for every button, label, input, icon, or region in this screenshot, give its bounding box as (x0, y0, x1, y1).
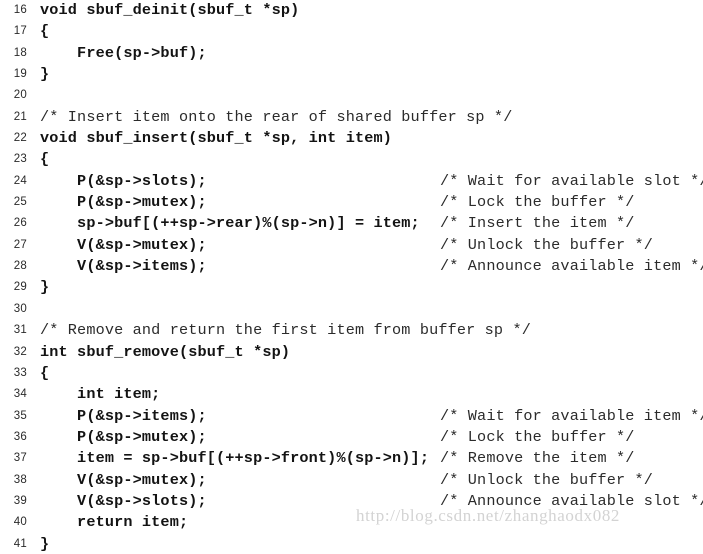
code-text: { (40, 22, 50, 41)
line-number: 20 (13, 89, 27, 102)
code-line: 32 int sbuf_remove(sbuf_t *sp) (0, 342, 703, 363)
line-number: 39 (13, 494, 27, 507)
code-line: 17 { (0, 21, 703, 42)
inline-comment: /* Wait for available slot */ (440, 171, 703, 190)
code-comment-line: /* Remove and return the first item from… (40, 321, 531, 340)
code-line: 25 P(&sp->mutex); /* Lock the buffer */ (0, 192, 703, 213)
line-number: 16 (13, 4, 27, 16)
line-number: 41 (13, 537, 27, 550)
code-line: 28 V(&sp->items); /* Announce available i… (0, 256, 703, 277)
line-number: 33 (13, 366, 27, 379)
code-text: int sbuf_remove(sbuf_t *sp) (40, 342, 291, 361)
line-number: 25 (13, 196, 27, 209)
code-text: P(&sp->mutex); (40, 427, 207, 446)
inline-comment: /* Announce available item */ (440, 257, 703, 276)
code-line: 18 Free(sp->buf); (0, 43, 703, 64)
code-text: } (40, 534, 50, 553)
line-number: 21 (13, 110, 27, 123)
line-number: 36 (13, 430, 27, 443)
code-line: 36 P(&sp->mutex); /* Lock the buffer */ (0, 427, 703, 448)
inline-comment: /* Lock the buffer */ (440, 427, 635, 446)
line-number: 30 (13, 302, 27, 315)
code-text: { (40, 150, 50, 169)
inline-comment: /* Unlock the buffer */ (440, 470, 654, 489)
code-listing-page: 16 void sbuf_deinit(sbuf_t *sp) 17 {18 Free… (0, 0, 703, 554)
code-line: 33 { (0, 363, 703, 384)
code-text: V(&sp->mutex); (40, 470, 207, 489)
code-line: 23 { (0, 149, 703, 170)
code-line: 35 P(&sp->items); /* Wait for available i… (0, 406, 703, 427)
code-line: 38 V(&sp->mutex); /* Unlock the buffer */ (0, 470, 703, 491)
code-line: 22 void sbuf_insert(sbuf_t *sp, int item) (0, 128, 703, 149)
code-text: P(&sp->mutex); (40, 193, 207, 212)
line-number: 38 (13, 473, 27, 486)
code-text: } (40, 278, 50, 297)
code-line: 20 (0, 85, 703, 106)
code-text: P(&sp->slots); (40, 171, 207, 190)
inline-comment: /* Remove the item */ (440, 449, 635, 468)
code-text: } (40, 65, 50, 84)
line-number: 35 (13, 409, 27, 422)
line-number: 26 (13, 217, 27, 230)
inline-comment: /* Wait for available item */ (440, 406, 703, 425)
inline-comment: /* Unlock the buffer */ (440, 235, 654, 254)
line-number: 18 (13, 46, 27, 59)
code-line: 34 int item; (0, 384, 703, 405)
line-number: 40 (13, 516, 27, 529)
line-number: 19 (13, 68, 27, 81)
line-number: 32 (13, 345, 27, 358)
line-number: 22 (13, 132, 27, 145)
code-line: 21 /* Insert item onto the rear of shared… (0, 107, 703, 128)
code-text: void sbuf_insert(sbuf_t *sp, int item) (40, 129, 393, 148)
code-line: 30 (0, 299, 703, 320)
line-number: 24 (13, 174, 27, 187)
code-line: 16 void sbuf_deinit(sbuf_t *sp) (0, 0, 703, 21)
code-line: 41} (0, 534, 703, 554)
inline-comment: /* Insert the item */ (440, 214, 635, 233)
line-number: 28 (13, 260, 27, 273)
code-line: 37 item = sp->buf[(++sp->front)%(sp->n)]… (0, 448, 703, 469)
line-number: 23 (13, 153, 27, 166)
line-number: 31 (13, 324, 27, 337)
code-text: P(&sp->items); (40, 406, 207, 425)
code-text: V(&sp->items); (40, 257, 207, 276)
code-text: int item; (40, 385, 161, 404)
line-number: 29 (13, 281, 27, 294)
code-text: return item; (40, 513, 189, 532)
code-line: 19} (0, 64, 703, 85)
line-number: 27 (13, 238, 27, 251)
code-text: V(&sp->mutex); (40, 235, 207, 254)
line-number: 34 (13, 388, 27, 401)
code-text: void sbuf_deinit(sbuf_t *sp) (40, 1, 300, 19)
code-line: 27 V(&sp->mutex); /* Unlock the buffer */ (0, 235, 703, 256)
code-text: Free(sp->buf); (40, 43, 207, 62)
code-text: { (40, 363, 50, 382)
line-number: 17 (13, 25, 27, 38)
code-line: 24 P(&sp->slots); /* Wait for available s… (0, 171, 703, 192)
inline-comment: /* Lock the buffer */ (440, 193, 635, 212)
code-line: 31 /* Remove and return the first item fr… (0, 320, 703, 341)
code-text: V(&sp->slots); (40, 491, 207, 510)
code-line: 26 sp->buf[(++sp->rear)%(sp->n)] = item;… (0, 213, 703, 234)
code-comment-line: /* Insert item onto the rear of shared b… (40, 107, 513, 126)
code-text: sp->buf[(++sp->rear)%(sp->n)] = item; (40, 214, 420, 233)
watermark-text: http://blog.csdn.net/zhanghaodx082 (356, 506, 621, 525)
line-number: 37 (13, 452, 27, 465)
code-listing: 16 void sbuf_deinit(sbuf_t *sp) 17 {18 Free… (0, 0, 703, 554)
code-line: 29} (0, 277, 703, 298)
code-text: item = sp->buf[(++sp->front)%(sp->n)]; (40, 449, 430, 468)
